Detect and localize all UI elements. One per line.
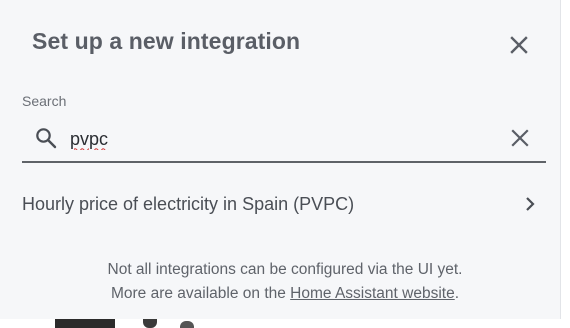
close-icon [510, 36, 528, 54]
clear-search-button[interactable] [509, 127, 531, 149]
dialog-title: Set up a new integration [32, 28, 301, 54]
search-icon [36, 128, 57, 149]
footer-line-2-prefix: More are available on the [110, 285, 291, 302]
search-field: Search [22, 90, 546, 163]
search-label: Search [22, 93, 67, 109]
footer-line-2-suffix: . [454, 285, 460, 302]
list-item-label: Hourly price of electricity in Spain (PV… [22, 194, 355, 214]
integration-dialog: Set up a new integration Search Hourly p… [0, 0, 561, 319]
chevron-right-icon [526, 197, 535, 211]
footer-line-1: Not all integrations can be configured v… [107, 261, 463, 278]
footer-line-2: More are available on the Home Assistant… [0, 282, 570, 306]
search-underline [22, 161, 546, 163]
list-item-pvpc[interactable]: Hourly price of electricity in Spain (PV… [0, 180, 561, 230]
footer-note: Not all integrations can be configured v… [0, 258, 570, 306]
close-dialog-button[interactable] [506, 32, 532, 58]
search-input[interactable] [70, 126, 490, 152]
background-element [55, 319, 115, 328]
background-element [180, 321, 194, 328]
home-assistant-website-link[interactable]: Home Assistant website [290, 285, 455, 302]
close-icon [511, 129, 529, 147]
